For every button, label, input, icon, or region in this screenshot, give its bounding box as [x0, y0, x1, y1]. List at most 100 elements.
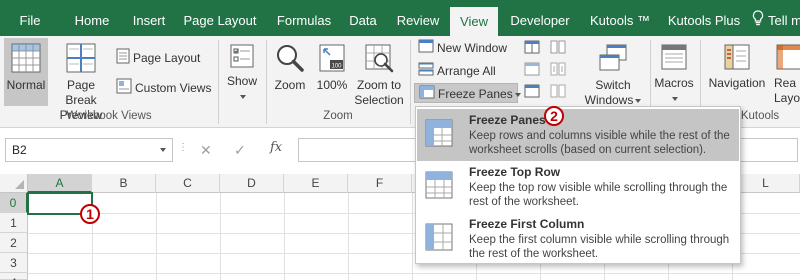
- column-header-b[interactable]: B: [92, 174, 156, 193]
- split-button[interactable]: [522, 40, 542, 60]
- ribbon-tab-bar: File Home Insert Page Layout Formulas Da…: [0, 0, 800, 36]
- menu-item-freeze-panes[interactable]: Freeze Panes Keep rows and columns visib…: [417, 109, 739, 161]
- select-all-triangle-icon: [15, 180, 24, 189]
- zoom-label: Zoom: [274, 78, 306, 92]
- new-window-button[interactable]: New Window: [418, 38, 507, 58]
- zoom-to-selection-label-2: Selection: [354, 93, 404, 107]
- grid-line: [412, 193, 413, 280]
- column-header-d[interactable]: D: [220, 174, 284, 193]
- page-layout-view-button[interactable]: Page Layout: [116, 48, 200, 68]
- synchronous-scrolling-icon: [550, 62, 566, 76]
- reset-window-position-icon: [550, 84, 566, 98]
- insert-function-icon[interactable]: fx: [270, 140, 282, 155]
- navigation-button[interactable]: Navigation: [702, 38, 772, 106]
- macros-button[interactable]: Macros: [652, 38, 696, 106]
- group-separator: [266, 40, 267, 124]
- chevron-down-icon: [240, 94, 246, 99]
- freeze-panes-button[interactable]: Freeze Panes: [414, 83, 521, 105]
- freeze-first-column-title: Freeze First Column: [469, 217, 585, 231]
- select-all-button[interactable]: [0, 174, 28, 193]
- page-layout-icon: [116, 48, 130, 70]
- chevron-down-icon: [160, 148, 166, 152]
- show-icon: [230, 44, 254, 68]
- unhide-window-icon: [524, 84, 540, 98]
- custom-views-button[interactable]: Custom Views: [116, 78, 211, 98]
- menu-item-freeze-top-row[interactable]: Freeze Top Row Keep the top row visible …: [417, 161, 739, 213]
- tell-me-search[interactable]: Tell m: [752, 0, 800, 36]
- enter-icon[interactable]: ✓: [234, 142, 246, 159]
- zoom-button[interactable]: Zoom: [270, 38, 310, 106]
- switch-windows-icon: [599, 44, 627, 71]
- switch-windows-button[interactable]: Switch Windows: [580, 38, 646, 108]
- tab-kutools[interactable]: Kutools ™: [582, 0, 658, 36]
- tab-page-layout[interactable]: Page Layout: [180, 0, 260, 36]
- page-break-preview-label-1: Page Break: [65, 78, 97, 107]
- tab-view[interactable]: View: [450, 7, 498, 36]
- kutools-group-label: Kutools: [740, 110, 780, 122]
- reading-layout-icon: [776, 44, 800, 70]
- column-header-l[interactable]: L: [732, 174, 800, 193]
- tab-insert[interactable]: Insert: [122, 0, 176, 36]
- page-break-preview-icon: [66, 43, 96, 73]
- cancel-icon[interactable]: ✕: [200, 142, 212, 159]
- name-box[interactable]: B2: [5, 138, 173, 162]
- tab-formulas[interactable]: Formulas: [268, 0, 340, 36]
- group-separator: [410, 40, 411, 124]
- normal-view-button[interactable]: Normal: [4, 38, 48, 106]
- view-side-by-side-button[interactable]: [548, 40, 568, 60]
- tab-data[interactable]: Data: [342, 0, 384, 36]
- row-header-0[interactable]: 0: [0, 193, 28, 213]
- zoom-100-icon: 100: [319, 44, 345, 72]
- formula-bar-grip-icon: ⋮: [178, 142, 188, 153]
- chevron-down-icon: [672, 96, 678, 101]
- step-badge-1: 1: [80, 204, 100, 224]
- freeze-panes-icon: [419, 85, 435, 105]
- row-header-1[interactable]: 1: [0, 213, 28, 233]
- custom-views-label: Custom Views: [135, 81, 212, 96]
- grid-line: [156, 193, 157, 280]
- freeze-first-column-desc: Keep the first column visible while scro…: [469, 234, 730, 260]
- reset-window-position-button[interactable]: [548, 84, 568, 104]
- freeze-panes-desc: Keep rows and columns visible while the …: [469, 130, 730, 156]
- freeze-panes-menu: Freeze Panes Keep rows and columns visib…: [415, 106, 741, 264]
- show-label: Show: [226, 74, 258, 88]
- tab-review[interactable]: Review: [390, 0, 446, 36]
- column-header-c[interactable]: C: [156, 174, 220, 193]
- macros-icon: [661, 44, 687, 70]
- arrange-all-icon: [418, 62, 434, 82]
- column-header-e[interactable]: E: [284, 174, 348, 193]
- page-break-preview-button[interactable]: Page Break Preview: [50, 38, 112, 122]
- synchronous-scrolling-button[interactable]: [548, 62, 568, 82]
- tab-home[interactable]: Home: [64, 0, 120, 36]
- custom-views-icon: [116, 78, 132, 100]
- hide-window-button[interactable]: [522, 62, 542, 82]
- column-header-f[interactable]: F: [348, 174, 412, 193]
- freeze-panes-icon: [425, 119, 453, 147]
- zoom-to-selection-button[interactable]: Zoom to Selection: [354, 38, 404, 108]
- magnifier-icon: [277, 45, 304, 72]
- unhide-window-button[interactable]: [522, 84, 542, 104]
- new-window-label: New Window: [437, 41, 508, 55]
- row-header-4[interactable]: 4: [0, 273, 28, 280]
- grid-line: [284, 193, 285, 280]
- page-layout-label: Page Layout: [133, 51, 201, 66]
- navigation-label: Navigation: [708, 76, 766, 90]
- row-header-2[interactable]: 2: [0, 233, 28, 253]
- navigation-icon: [724, 44, 750, 70]
- menu-item-freeze-first-column[interactable]: Freeze First Column Keep the first colum…: [417, 213, 739, 265]
- step-badge-2: 2: [544, 106, 564, 126]
- row-header-3[interactable]: 3: [0, 253, 28, 273]
- arrange-all-button[interactable]: Arrange All: [418, 61, 496, 81]
- zoom-group-label: Zoom: [323, 110, 353, 122]
- zoom-100-button[interactable]: 100 100%: [312, 38, 352, 106]
- tab-developer[interactable]: Developer: [502, 0, 578, 36]
- show-button[interactable]: Show: [222, 38, 262, 106]
- reading-layout-button[interactable]: Rea Layo: [774, 38, 800, 108]
- split-icon: [524, 40, 540, 54]
- switch-windows-label-1: Switch: [595, 78, 631, 92]
- column-header-a[interactable]: A: [28, 174, 92, 193]
- tab-file[interactable]: File: [8, 0, 52, 36]
- chevron-down-icon: [514, 92, 521, 97]
- tab-kutools-plus[interactable]: Kutools Plus: [664, 0, 744, 36]
- workbook-views-group-label: Workbook Views: [66, 110, 152, 122]
